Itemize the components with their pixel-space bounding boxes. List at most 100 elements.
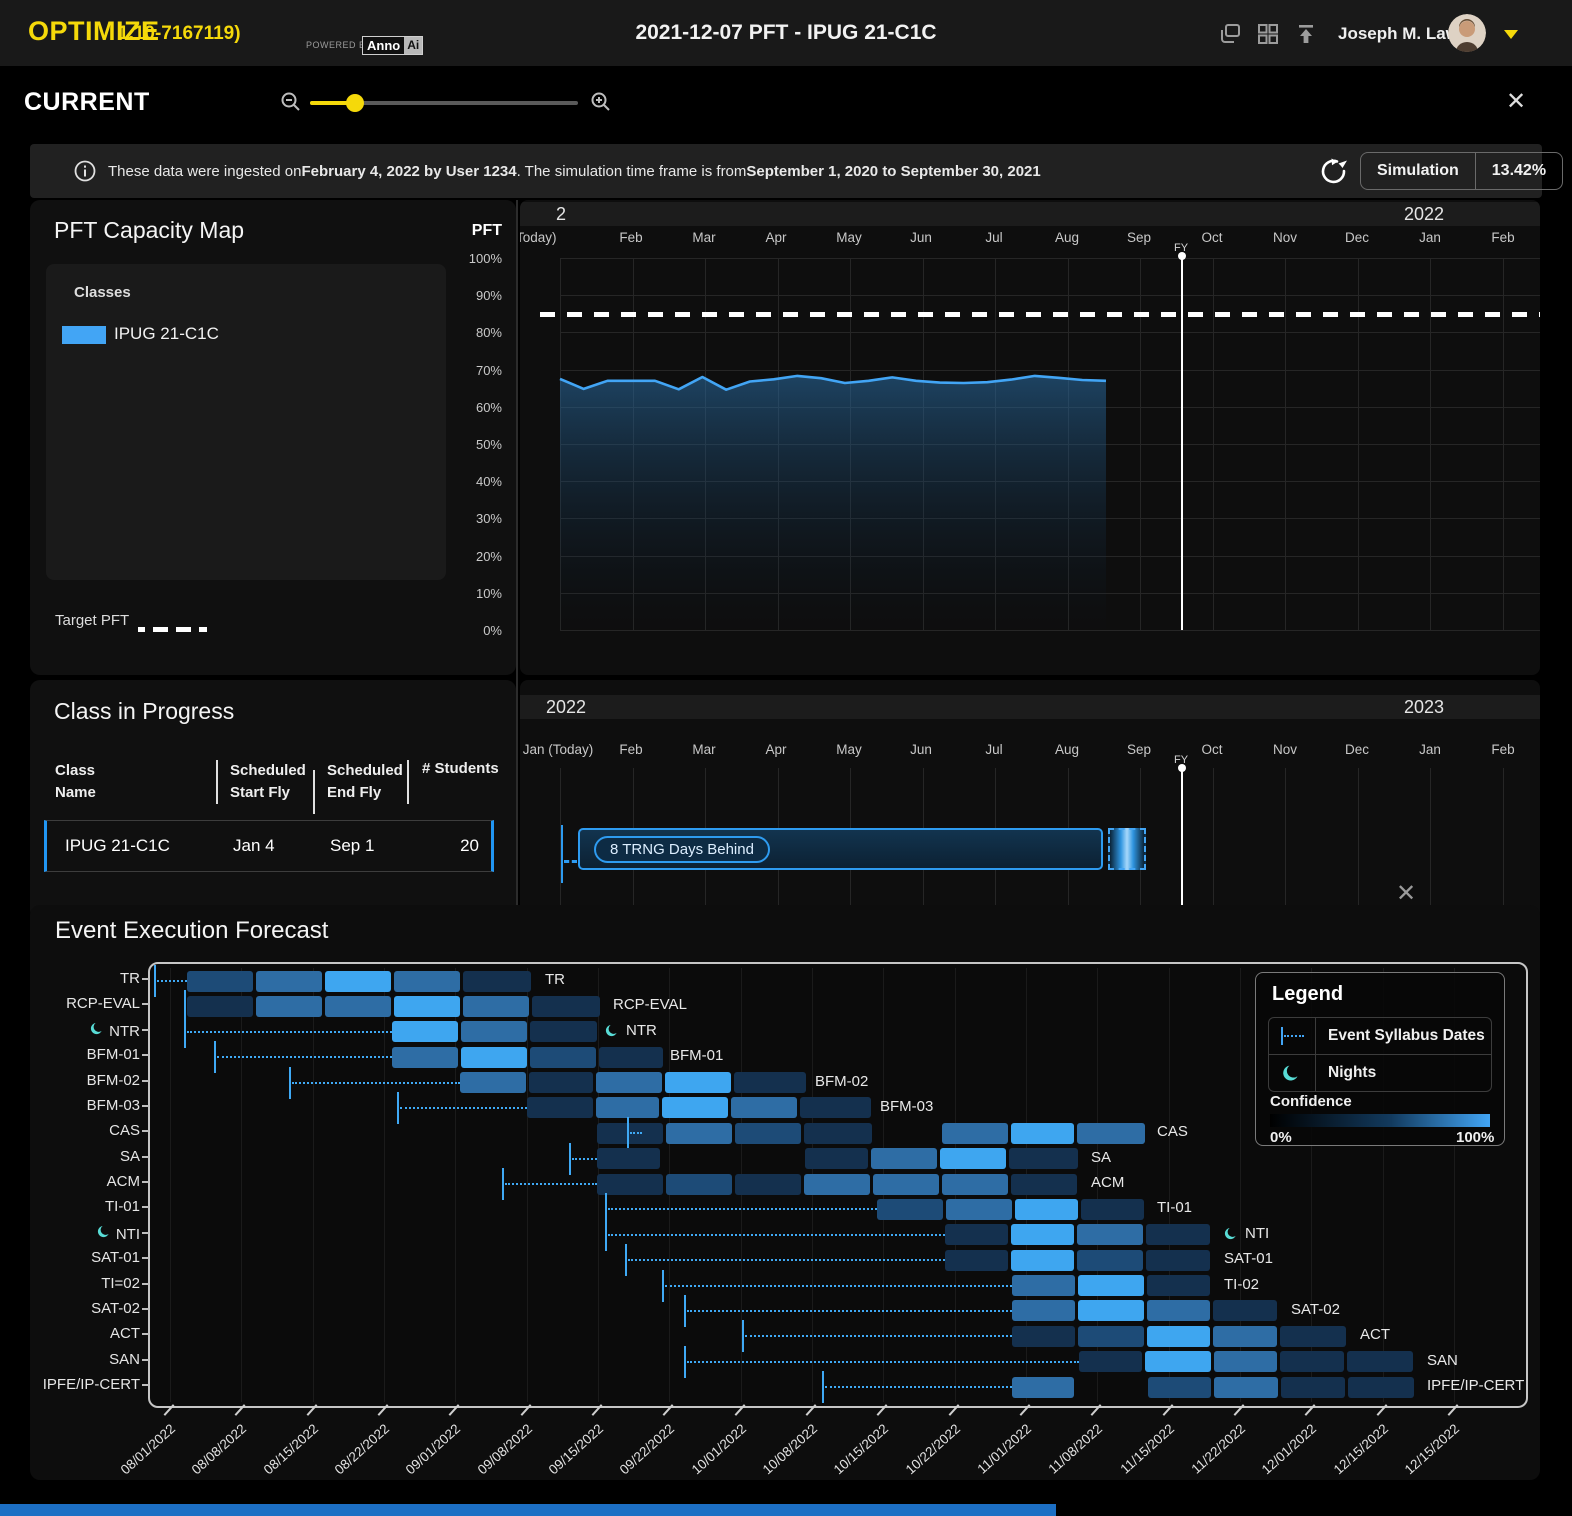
windows-cascade-icon[interactable] — [1218, 22, 1242, 46]
gantt-segment[interactable] — [597, 1148, 660, 1169]
gantt-segment[interactable] — [599, 1047, 663, 1068]
gantt-segment[interactable] — [530, 1047, 596, 1068]
gantt-segment[interactable] — [1213, 1326, 1277, 1347]
bottom-scrollbar[interactable] — [0, 1504, 1056, 1516]
gantt-segment[interactable] — [1280, 1326, 1346, 1347]
gantt-segment[interactable] — [1214, 1377, 1278, 1398]
timeline-zoom-slider[interactable] — [310, 101, 578, 105]
user-menu-caret-icon[interactable] — [1504, 30, 1518, 39]
gantt-segment[interactable] — [1213, 1300, 1277, 1321]
gantt-segment[interactable] — [1011, 1123, 1074, 1144]
gantt-segment[interactable] — [527, 1097, 593, 1118]
gantt-segment[interactable] — [1011, 1250, 1074, 1271]
gantt-segment[interactable] — [1012, 1326, 1075, 1347]
gantt-segment[interactable] — [461, 1047, 527, 1068]
gantt-segment[interactable] — [735, 1174, 801, 1195]
gantt-segment[interactable] — [187, 996, 253, 1017]
gantt-segment[interactable] — [529, 1072, 593, 1093]
gantt-segment[interactable] — [1147, 1326, 1210, 1347]
gantt-segment[interactable] — [662, 1097, 728, 1118]
gantt-segment[interactable] — [392, 1047, 458, 1068]
gantt-segment[interactable] — [945, 1250, 1008, 1271]
zoom-in-icon[interactable] — [590, 91, 612, 113]
avatar[interactable] — [1448, 14, 1486, 52]
gantt-segment[interactable] — [1009, 1148, 1078, 1169]
gantt-segment[interactable] — [800, 1097, 871, 1118]
gantt-segment[interactable] — [1147, 1275, 1210, 1296]
gantt-segment[interactable] — [665, 1072, 731, 1093]
class-bar-extension[interactable] — [1108, 828, 1146, 870]
gantt-segment[interactable] — [734, 1072, 806, 1093]
gantt-segment[interactable] — [461, 1021, 527, 1042]
zoom-out-icon[interactable] — [280, 91, 302, 113]
gantt-segment[interactable] — [873, 1174, 939, 1195]
gantt-segment[interactable] — [394, 971, 460, 992]
gantt-segment[interactable] — [1012, 1377, 1074, 1398]
simulation-progress-badge[interactable]: Simulation 13.42% — [1360, 152, 1563, 190]
gantt-segment[interactable] — [325, 996, 391, 1017]
class-legend-swatch[interactable] — [62, 326, 106, 344]
gantt-segment[interactable] — [1146, 1224, 1210, 1245]
gantt-segment[interactable] — [1012, 1275, 1075, 1296]
gantt-segment[interactable] — [597, 1174, 663, 1195]
gantt-segment[interactable] — [1347, 1351, 1413, 1372]
gantt-segment[interactable] — [666, 1174, 732, 1195]
gantt-segment[interactable] — [1280, 1351, 1344, 1372]
gantt-segment[interactable] — [945, 1224, 1008, 1245]
gantt-segment[interactable] — [1078, 1275, 1144, 1296]
gantt-segment[interactable] — [1148, 1377, 1211, 1398]
slider-thumb[interactable] — [346, 94, 364, 112]
gantt-segment[interactable] — [256, 971, 322, 992]
gantt-segment[interactable] — [1015, 1199, 1078, 1220]
gantt-segment[interactable] — [1011, 1174, 1077, 1195]
gantt-segment[interactable] — [804, 1174, 870, 1195]
gantt-segment[interactable] — [392, 1021, 458, 1042]
gantt-segment[interactable] — [463, 996, 529, 1017]
gantt-segment[interactable] — [187, 971, 253, 992]
gantt-segment[interactable] — [1147, 1300, 1210, 1321]
gantt-segment[interactable] — [946, 1199, 1012, 1220]
gantt-segment[interactable] — [1012, 1300, 1075, 1321]
gantt-segment[interactable] — [1079, 1351, 1142, 1372]
gantt-segment[interactable] — [325, 971, 391, 992]
gantt-segment[interactable] — [1214, 1351, 1277, 1372]
upload-icon[interactable] — [1294, 22, 1318, 46]
gantt-segment[interactable] — [1146, 1250, 1210, 1271]
gantt-segment[interactable] — [804, 1123, 872, 1144]
class-legend-label[interactable]: IPUG 21-C1C — [114, 324, 219, 344]
gantt-segment[interactable] — [877, 1199, 943, 1220]
gantt-segment[interactable] — [1077, 1123, 1145, 1144]
restart-simulation-icon[interactable] — [1318, 156, 1348, 186]
close-view-icon[interactable]: ✕ — [1506, 90, 1526, 114]
timeline-close-icon[interactable]: ✕ — [1396, 882, 1416, 906]
gantt-segment[interactable] — [1077, 1224, 1143, 1245]
gantt-segment[interactable] — [1011, 1224, 1074, 1245]
trng-days-behind-badge[interactable]: 8 TRNG Days Behind — [594, 836, 770, 863]
gantt-segment[interactable] — [1078, 1326, 1144, 1347]
gantt-segment[interactable] — [1348, 1377, 1414, 1398]
gantt-segment[interactable] — [530, 1021, 597, 1042]
gantt-segment[interactable] — [460, 1072, 526, 1093]
grid-view-icon[interactable] — [1256, 22, 1280, 46]
gantt-segment[interactable] — [463, 971, 531, 992]
gantt-segment[interactable] — [1145, 1351, 1211, 1372]
gantt-segment[interactable] — [940, 1148, 1006, 1169]
class-progress-bar[interactable]: 8 TRNG Days Behind — [578, 828, 1103, 870]
gantt-segment[interactable] — [1281, 1377, 1345, 1398]
gantt-segment[interactable] — [666, 1123, 732, 1144]
gantt-segment[interactable] — [394, 996, 460, 1017]
gantt-segment[interactable] — [871, 1148, 937, 1169]
gantt-segment[interactable] — [735, 1123, 801, 1144]
gantt-segment[interactable] — [942, 1123, 1008, 1144]
gantt-segment[interactable] — [256, 996, 322, 1017]
gantt-segment[interactable] — [596, 1097, 659, 1118]
gantt-segment[interactable] — [1078, 1300, 1144, 1321]
user-name[interactable]: Joseph M. Law — [1338, 24, 1459, 44]
gantt-segment[interactable] — [596, 1072, 662, 1093]
gantt-segment[interactable] — [1081, 1199, 1144, 1220]
gantt-segment[interactable] — [805, 1148, 868, 1169]
gantt-segment[interactable] — [942, 1174, 1008, 1195]
gantt-segment[interactable] — [532, 996, 600, 1017]
class-table-row[interactable]: IPUG 21-C1C Jan 4 Sep 1 20 — [44, 820, 494, 872]
gantt-segment[interactable] — [1077, 1250, 1143, 1271]
